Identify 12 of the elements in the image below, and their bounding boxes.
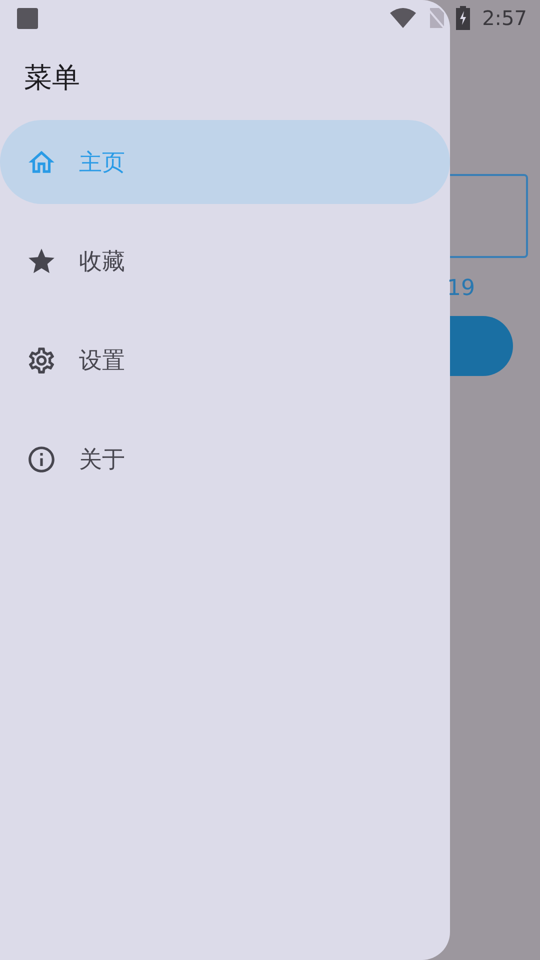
menu-item[interactable]: 关于 <box>0 417 450 501</box>
notification-icon <box>17 8 38 28</box>
battery-icon <box>456 6 470 30</box>
wifi-icon <box>390 8 416 28</box>
menu-item[interactable]: 设置 <box>0 318 450 402</box>
input-field[interactable] <box>450 174 528 258</box>
button[interactable] <box>450 316 513 376</box>
menu-item[interactable]: 收藏 <box>0 219 450 303</box>
info-icon <box>26 444 57 474</box>
settings-icon <box>26 344 57 376</box>
status-time: 2:57 <box>482 6 527 30</box>
drawer-title: 菜单 <box>23 60 81 96</box>
